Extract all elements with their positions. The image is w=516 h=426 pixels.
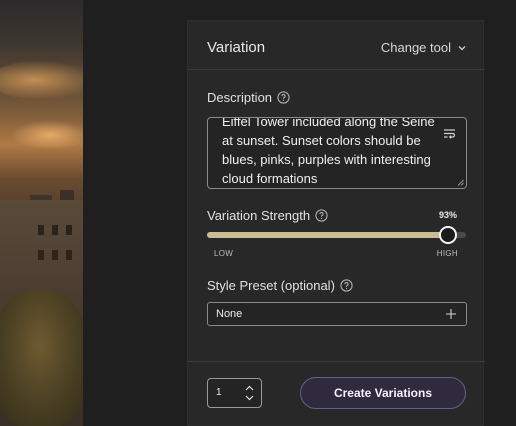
style-preset-select[interactable]: None [207, 302, 467, 326]
variation-count-value: 1 [216, 387, 222, 398]
resize-handle-icon[interactable] [457, 179, 464, 186]
stepper-arrows-icon[interactable] [245, 384, 254, 402]
description-label-row: Description [207, 90, 290, 105]
text-wrap-icon[interactable] [443, 128, 456, 139]
plus-icon[interactable] [445, 308, 457, 320]
strength-label-row: Variation Strength [207, 208, 328, 223]
chevron-down-icon [458, 45, 466, 50]
description-text: Eiffel Tower included along the Seine at… [222, 117, 435, 186]
strength-slider-fill [207, 232, 448, 238]
slider-high-label: HIGH [436, 249, 458, 258]
description-textarea[interactable]: Eiffel Tower included along the Seine at… [207, 117, 467, 189]
panel-title: Variation [207, 39, 266, 56]
style-preset-value: None [216, 308, 243, 320]
change-tool-button[interactable]: Change tool [381, 40, 467, 55]
panel-header: Variation Change tool [188, 21, 485, 70]
help-icon[interactable] [315, 209, 328, 222]
strength-slider-track[interactable] [207, 232, 466, 238]
create-variations-button[interactable]: Create Variations [300, 377, 466, 409]
variation-panel: Variation Change tool Description Eiffel… [187, 20, 485, 426]
preview-image [0, 0, 83, 426]
description-label: Description [207, 90, 273, 105]
footer-divider [188, 361, 485, 362]
strength-label: Variation Strength [207, 208, 311, 223]
app-stage: Variation Change tool Description Eiffel… [0, 0, 516, 426]
preset-label-row: Style Preset (optional) [207, 278, 353, 293]
change-tool-label: Change tool [380, 40, 451, 55]
help-icon[interactable] [340, 279, 353, 292]
slider-low-label: LOW [214, 249, 234, 258]
preset-label: Style Preset (optional) [207, 278, 335, 293]
variation-count-stepper[interactable]: 1 [207, 378, 262, 408]
strength-slider-thumb[interactable] [438, 226, 457, 244]
help-icon[interactable] [277, 91, 290, 104]
strength-value: 93% [438, 210, 457, 220]
